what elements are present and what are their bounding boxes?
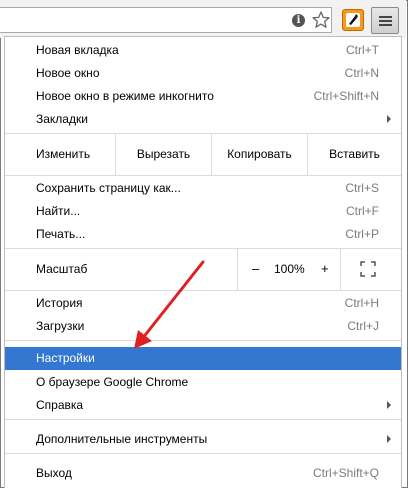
cut-button[interactable]: Вырезать <box>115 134 211 175</box>
submenu-arrow-icon <box>387 115 391 123</box>
menu-item-new-tab[interactable]: Новая вкладка Ctrl+T <box>5 39 401 62</box>
menu-item-shortcut: Ctrl+P <box>345 227 379 241</box>
menu-separator <box>5 175 401 176</box>
menu-item-help[interactable]: Справка <box>5 394 401 417</box>
menu-item-find[interactable]: Найти... Ctrl+F <box>5 200 401 223</box>
copy-button[interactable]: Копировать <box>211 134 307 175</box>
menu-item-shortcut: Ctrl+Shift+N <box>313 89 379 103</box>
hamburger-menu-icon[interactable] <box>371 7 399 34</box>
menu-item-label: Новая вкладка <box>36 43 119 57</box>
extension-icon[interactable] <box>342 9 364 31</box>
menu-item-label: О браузере Google Chrome <box>36 375 189 389</box>
menu-item-downloads[interactable]: Загрузки Ctrl+J <box>5 315 401 338</box>
edit-row: Изменить Вырезать Копировать Вставить <box>5 134 401 175</box>
submenu-arrow-icon <box>387 401 391 409</box>
zoom-controls: – 100% + <box>237 249 341 290</box>
menu-item-shortcut: Ctrl+J <box>347 319 379 333</box>
menu-item-label: Загрузки <box>36 319 85 333</box>
menu-item-label: Сохранить страницу как... <box>36 181 181 195</box>
menu-item-more-tools[interactable]: Дополнительные инструменты <box>5 428 401 451</box>
zoom-level: 100% <box>274 262 305 276</box>
zoom-out-button[interactable]: – <box>252 261 259 276</box>
menu-item-print[interactable]: Печать... Ctrl+P <box>5 223 401 246</box>
menu-item-label: Настройки <box>36 351 95 365</box>
menu-separator <box>5 419 401 420</box>
menu-item-label: История <box>36 296 83 310</box>
menu-separator <box>5 453 401 454</box>
menu-item-label: Выход <box>36 466 72 480</box>
edit-label: Изменить <box>36 147 91 161</box>
menu-item-shortcut: Ctrl+T <box>346 43 379 57</box>
zoom-in-button[interactable]: + <box>321 261 329 276</box>
menu-item-label: Печать... <box>36 227 86 241</box>
menu-separator <box>5 290 401 291</box>
zoom-label: Масштаб <box>36 262 88 276</box>
menu-item-shortcut: Ctrl+N <box>344 66 379 80</box>
menu-item-shortcut: Ctrl+H <box>344 296 379 310</box>
menu-item-shortcut: Ctrl+F <box>346 204 379 218</box>
menu-item-about-chrome[interactable]: О браузере Google Chrome <box>5 371 401 394</box>
info-icon[interactable]: i <box>292 14 305 27</box>
zoom-row: Масштаб – 100% + <box>5 249 401 290</box>
browser-toolbar: i <box>0 0 406 38</box>
menu-item-settings[interactable]: Настройки <box>5 347 401 370</box>
menu-item-label: Найти... <box>36 204 81 218</box>
address-bar[interactable] <box>0 7 332 33</box>
menu-item-shortcut: Ctrl+Shift+Q <box>312 466 379 480</box>
chrome-main-menu: Новая вкладка Ctrl+T Новое окно Ctrl+N Н… <box>4 36 402 488</box>
menu-item-label: Новое окно <box>36 66 100 80</box>
menu-separator <box>5 340 401 341</box>
menu-item-incognito[interactable]: Новое окно в режиме инкогнито Ctrl+Shift… <box>5 85 401 108</box>
menu-item-label: Закладки <box>36 112 88 126</box>
fullscreen-icon[interactable] <box>360 261 376 277</box>
menu-item-exit[interactable]: Выход Ctrl+Shift+Q <box>5 462 401 485</box>
menu-item-save-page[interactable]: Сохранить страницу как... Ctrl+S <box>5 177 401 200</box>
star-icon[interactable] <box>311 10 331 30</box>
paste-button[interactable]: Вставить <box>307 134 401 175</box>
menu-item-shortcut: Ctrl+S <box>345 181 379 195</box>
menu-item-new-window[interactable]: Новое окно Ctrl+N <box>5 62 401 85</box>
menu-item-label: Справка <box>36 398 84 412</box>
submenu-arrow-icon <box>387 435 391 443</box>
menu-item-bookmarks[interactable]: Закладки <box>5 108 401 131</box>
menu-item-history[interactable]: История Ctrl+H <box>5 292 401 315</box>
menu-item-label: Новое окно в режиме инкогнито <box>36 89 214 103</box>
menu-item-label: Дополнительные инструменты <box>36 432 208 446</box>
